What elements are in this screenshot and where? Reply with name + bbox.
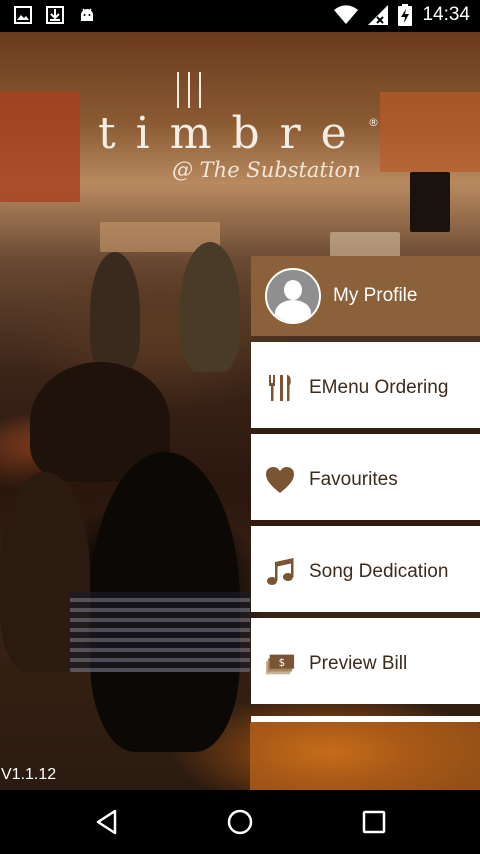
image-icon — [14, 6, 32, 24]
menu-item-my-profile[interactable]: My Profile — [251, 256, 480, 336]
download-icon — [46, 6, 64, 24]
home-icon[interactable] — [226, 808, 254, 836]
music-note-icon — [265, 557, 295, 587]
menu-item-preview-bill[interactable]: $ Preview Bill — [251, 624, 480, 704]
svg-text:$: $ — [279, 657, 286, 669]
menu-item-favourites[interactable]: Favourites — [251, 440, 480, 520]
status-clock: 14:34 — [422, 4, 470, 25]
menu-item-song-dedication[interactable]: Song Dedication — [251, 532, 480, 612]
battery-charging-icon — [398, 4, 413, 26]
menu-item-label: My Profile — [333, 285, 418, 306]
recents-icon[interactable] — [360, 808, 388, 836]
signal-icon — [368, 5, 389, 25]
money-icon: $ — [265, 649, 295, 679]
wifi-icon — [334, 5, 359, 25]
logo-registered-mark: ® — [368, 116, 379, 129]
avatar-icon — [265, 268, 321, 324]
back-icon[interactable] — [93, 808, 121, 836]
menu-item-label: Song Dedication — [309, 561, 449, 582]
android-icon — [78, 6, 96, 24]
app-version: V1.1.12 — [1, 766, 57, 783]
navigation-bar — [0, 790, 480, 854]
menu-item-label: EMenu Ordering — [309, 377, 449, 398]
menu-divider — [251, 716, 480, 722]
status-bar: 14:34 — [0, 0, 480, 32]
menu-item-label: Favourites — [309, 469, 398, 490]
fork-knife-icon — [265, 373, 295, 403]
heart-icon — [265, 465, 295, 495]
logo-wordmark: timbre — [98, 108, 367, 159]
logo-bars — [177, 72, 217, 108]
menu-item-label: Preview Bill — [309, 653, 408, 674]
logo-subtitle: @ The Substation — [172, 158, 361, 182]
menu-item-emenu-ordering[interactable]: EMenu Ordering — [251, 348, 480, 428]
